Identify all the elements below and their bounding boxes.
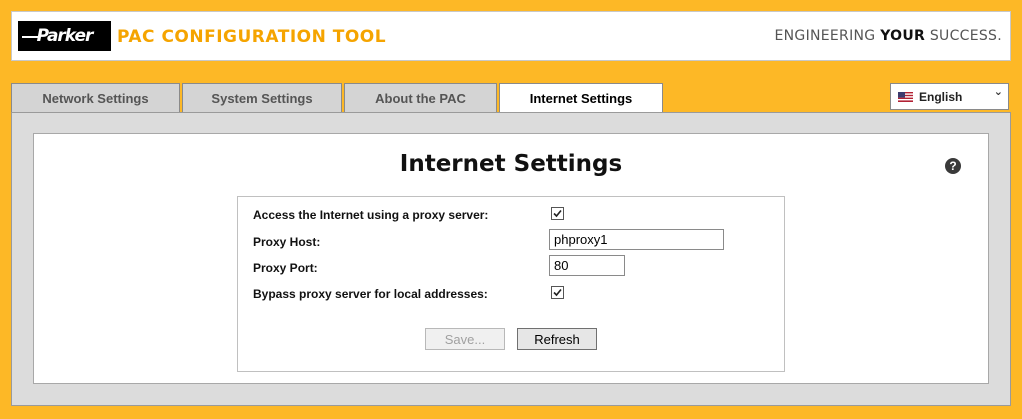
logo-bar — [22, 36, 40, 38]
bypass-local-checkbox[interactable] — [551, 286, 564, 299]
tagline: ENGINEERING YOUR SUCCESS. — [775, 28, 1003, 44]
logo-text: Parker — [36, 26, 94, 46]
us-flag-icon — [898, 92, 913, 102]
checkmark-icon — [553, 209, 562, 218]
language-label: English — [919, 90, 963, 104]
parker-logo: Parker — [18, 21, 111, 51]
tagline-post: SUCCESS. — [925, 28, 1002, 44]
use-proxy-label: Access the Internet using a proxy server… — [253, 208, 489, 222]
use-proxy-checkbox[interactable] — [551, 207, 564, 220]
tab-about-the-pac[interactable]: About the PAC — [344, 83, 497, 112]
save-button[interactable]: Save... — [425, 328, 505, 350]
checkmark-icon — [553, 288, 562, 297]
bypass-local-label: Bypass proxy server for local addresses: — [253, 287, 488, 301]
help-icon[interactable]: ? — [945, 158, 961, 174]
language-select[interactable]: English ⌄ — [890, 83, 1009, 110]
tagline-bold: YOUR — [880, 28, 926, 44]
tab-internet-settings[interactable]: Internet Settings — [499, 83, 663, 113]
proxy-settings-form — [237, 196, 785, 372]
proxy-host-input[interactable] — [549, 229, 724, 250]
app-title: PAC CONFIGURATION TOOL — [117, 27, 387, 47]
proxy-port-label: Proxy Port: — [253, 261, 318, 275]
chevron-down-icon: ⌄ — [993, 86, 1003, 98]
tab-network-settings[interactable]: Network Settings — [11, 83, 180, 112]
proxy-port-input[interactable] — [549, 255, 625, 276]
page-title: Internet Settings — [399, 151, 623, 177]
app-header: Parker PAC CONFIGURATION TOOL ENGINEERIN… — [11, 11, 1011, 61]
tab-system-settings[interactable]: System Settings — [182, 83, 342, 112]
proxy-host-label: Proxy Host: — [253, 235, 321, 249]
tagline-pre: ENGINEERING — [774, 28, 881, 44]
refresh-button[interactable]: Refresh — [517, 328, 597, 350]
